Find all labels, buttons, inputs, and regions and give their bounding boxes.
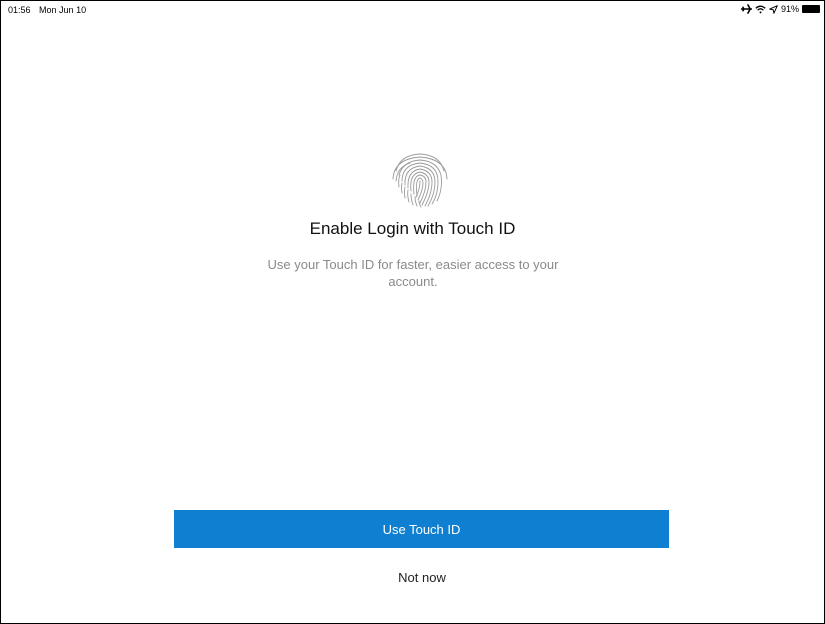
page-title: Enable Login with Touch ID [309,219,516,238]
status-right: 91% [740,4,820,14]
use-touch-id-button[interactable]: Use Touch ID [174,510,669,548]
battery-body [802,5,820,13]
status-left: 01:56 Mon Jun 10 [8,5,86,15]
battery-icon [802,5,820,13]
fingerprint-icon [390,149,450,209]
status-time: 01:56 [8,5,31,15]
battery-percentage: 91% [780,4,799,14]
status-date: Mon Jun 10 [39,5,87,15]
airplane-icon [740,4,752,14]
wifi-icon [755,5,766,14]
status-bar: 01:56 Mon Jun 10 91% [1,1,824,19]
page-subtitle: Use your Touch ID for faster, easier acc… [267,257,559,289]
location-arrow-icon [769,4,778,14]
app-screen: 01:56 Mon Jun 10 91% Enable Login with T… [0,0,825,624]
not-now-button[interactable]: Not now [339,565,505,589]
